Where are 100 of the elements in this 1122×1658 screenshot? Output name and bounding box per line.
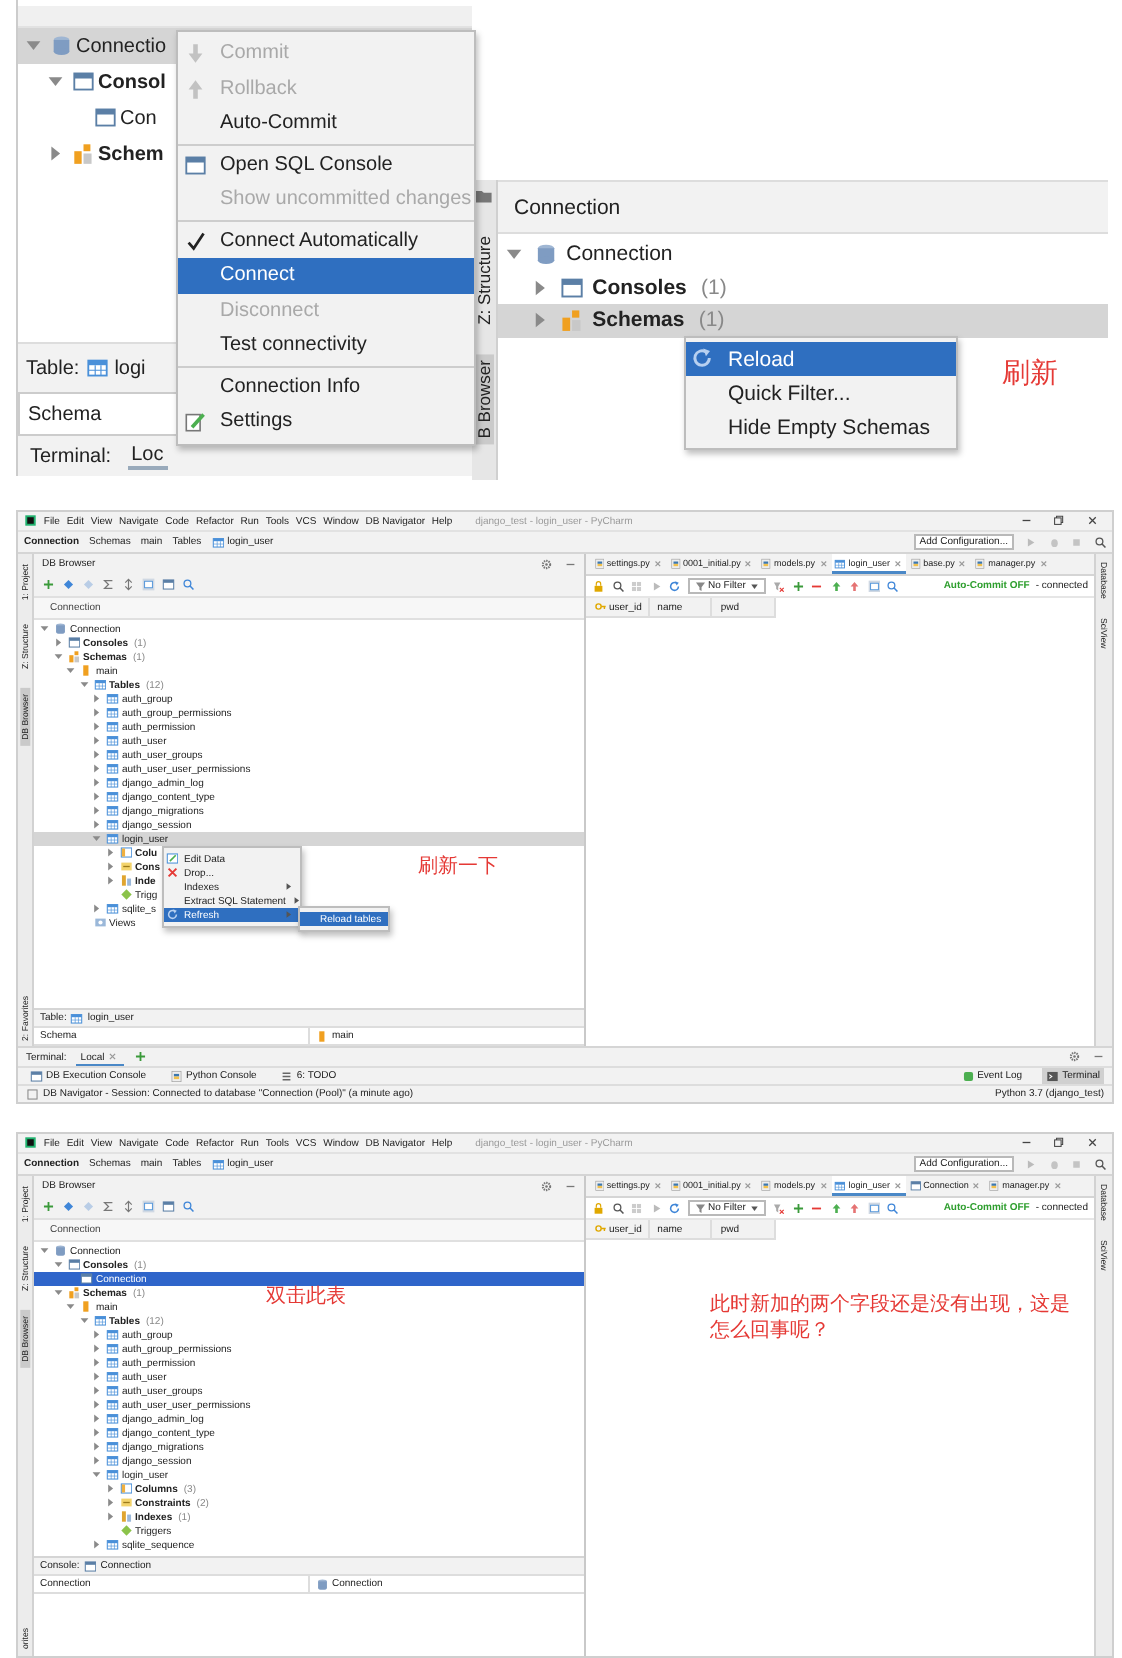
menu-item[interactable]: Auto-Commit [178,106,474,141]
restore-icon[interactable] [1052,514,1065,528]
expanded-arrow-icon[interactable] [64,664,77,678]
clear-filter-icon[interactable] [772,579,786,593]
collapsed-arrow-icon[interactable] [90,1356,103,1370]
tree-item[interactable]: Connection [498,238,677,271]
lock-icon[interactable] [592,1201,605,1215]
search-icon[interactable] [182,1200,195,1214]
collapsed-arrow-icon[interactable] [90,762,103,776]
tree-item[interactable]: Consoles (1) [498,271,731,304]
collapsed-arrow-icon[interactable] [90,1370,103,1384]
submit-icon[interactable] [829,579,843,593]
search-icon[interactable] [611,1201,624,1215]
add-icon[interactable] [133,1050,147,1064]
menu-item[interactable]: Connect [178,258,474,293]
expanded-arrow-icon[interactable] [64,1300,77,1314]
collapsed-arrow-icon[interactable] [90,1440,103,1454]
sigma-icon[interactable] [102,1200,115,1214]
search-icon[interactable] [1093,1157,1106,1171]
revert-icon[interactable] [848,1201,862,1215]
expanded-arrow-icon[interactable] [51,1258,64,1272]
collapsed-arrow-icon[interactable] [103,846,116,860]
collapsed-arrow-icon[interactable] [90,1426,103,1440]
expanded-arrow-icon[interactable] [90,1468,103,1482]
table-view-icon[interactable] [867,579,881,593]
menu-item[interactable]: Test connectivity [178,328,474,363]
search-icon[interactable] [886,1201,900,1215]
expanded-arrow-icon[interactable] [77,1314,90,1328]
clear-filter-icon[interactable] [772,1201,786,1215]
settings-icon[interactable] [1068,1050,1081,1064]
folder-icon[interactable] [474,186,494,206]
expanded-arrow-icon[interactable] [90,832,103,846]
settings-icon[interactable] [540,1179,553,1193]
collapsed-arrow-icon[interactable] [90,1398,103,1412]
collapse-icon[interactable] [122,1200,135,1214]
collapsed-arrow-icon[interactable] [103,1482,116,1496]
connect-icon[interactable] [62,1200,75,1214]
sigma-icon[interactable] [102,578,115,592]
expanded-arrow-icon[interactable] [51,650,64,664]
expanded-arrow-icon[interactable] [77,678,90,692]
collapsed-arrow-icon[interactable] [90,692,103,706]
add-icon[interactable] [791,1201,805,1215]
refresh-icon[interactable] [668,1201,681,1215]
collapsed-arrow-icon[interactable] [90,1454,103,1468]
collapsed-arrow-icon[interactable] [90,902,103,916]
lock-icon[interactable] [592,579,605,593]
collapsed-arrow-icon[interactable] [90,818,103,832]
restore-icon[interactable] [1052,1136,1065,1150]
menu-item[interactable]: Quick Filter... [686,376,956,410]
connect-icon[interactable] [62,578,75,592]
tree-item[interactable]: Schemas (1) [498,304,1108,337]
revert-icon[interactable] [848,579,862,593]
settings-icon[interactable] [540,557,553,571]
collapsed-arrow-icon[interactable] [103,874,116,888]
submit-icon[interactable] [829,1201,843,1215]
tool-window-tab[interactable]: B Browser [474,354,494,445]
close-icon[interactable] [1085,1136,1098,1150]
expanded-arrow-icon[interactable] [38,622,51,636]
run-icon[interactable] [649,579,662,593]
menu-item[interactable]: Open SQL Console [178,147,474,182]
tree-item[interactable]: Con [18,100,161,136]
collapsed-arrow-icon[interactable] [51,636,64,650]
collapsed-arrow-icon[interactable] [90,706,103,720]
terminal-tab[interactable]: Loc [127,443,168,469]
add-icon[interactable] [42,578,55,592]
add-icon[interactable] [42,1200,55,1214]
menu-item[interactable]: Reload [686,342,956,376]
menu-item[interactable]: Connect Automatically [178,223,474,258]
collapsed-arrow-icon[interactable] [90,720,103,734]
table-view-icon[interactable] [867,1201,881,1215]
collapsed-arrow-icon[interactable] [103,860,116,874]
search-icon[interactable] [1093,535,1106,549]
search-icon[interactable] [182,578,195,592]
menu-item[interactable]: Hide Empty Schemas [686,410,956,444]
search-icon[interactable] [886,579,900,593]
tree-item[interactable]: Schem [18,136,168,172]
tool-window-tab[interactable]: Z: Structure [474,229,494,331]
collapse-icon[interactable] [122,578,135,592]
menu-item[interactable]: Settings [178,404,474,439]
close-icon[interactable] [1085,514,1098,528]
collapsed-arrow-icon[interactable] [90,790,103,804]
collapsed-arrow-icon[interactable] [90,1538,103,1552]
collapsed-arrow-icon[interactable] [90,804,103,818]
collapsed-arrow-icon[interactable] [90,1342,103,1356]
add-icon[interactable] [791,579,805,593]
run-icon[interactable] [649,1201,662,1215]
collapsed-arrow-icon[interactable] [90,1412,103,1426]
collapsed-arrow-icon[interactable] [90,1384,103,1398]
collapsed-arrow-icon[interactable] [90,776,103,790]
refresh-icon[interactable] [668,579,681,593]
tree-view[interactable] [34,1242,584,1556]
table-view-icon[interactable] [142,578,155,592]
collapsed-arrow-icon[interactable] [90,1328,103,1342]
collapsed-arrow-icon[interactable] [90,734,103,748]
collapsed-arrow-icon[interactable] [103,1510,116,1524]
tree-item[interactable]: Consol [18,64,170,100]
collapsed-arrow-icon[interactable] [90,748,103,762]
search-icon[interactable] [611,579,624,593]
table-view-icon[interactable] [142,1200,155,1214]
collapsed-arrow-icon[interactable] [103,1496,116,1510]
